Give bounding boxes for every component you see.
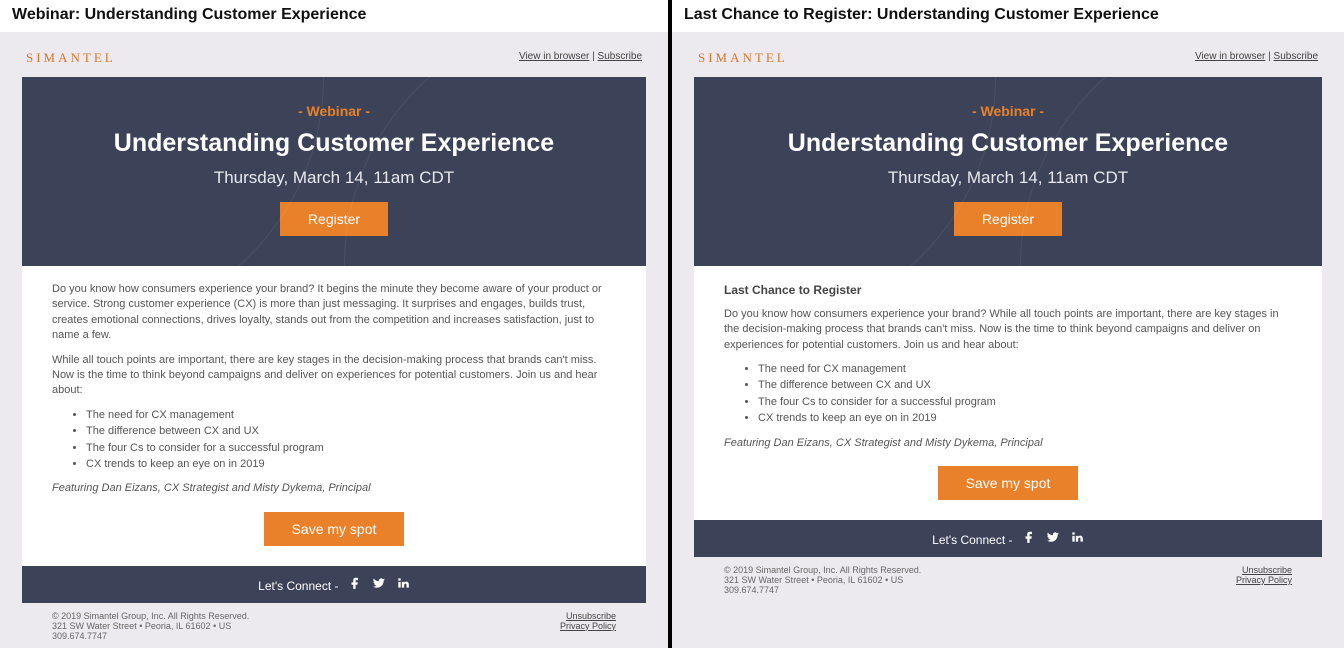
- view-in-browser-link[interactable]: View in browser: [519, 51, 589, 62]
- connect-label: Let's Connect -: [932, 533, 1012, 547]
- featuring-line: Featuring Dan Eizans, CX Strategist and …: [724, 436, 1292, 451]
- unsubscribe-link[interactable]: Unsubscribe: [560, 611, 616, 621]
- brand-logo: simantel: [698, 46, 788, 67]
- save-spot-button[interactable]: Save my spot: [938, 466, 1079, 500]
- unsubscribe-link[interactable]: Unsubscribe: [1236, 565, 1292, 575]
- bullet-list: The need for CX management The differenc…: [724, 362, 1292, 427]
- hero-title: Understanding Customer Experience: [42, 129, 626, 158]
- subscribe-link[interactable]: Subscribe: [1274, 51, 1318, 62]
- linkedin-icon[interactable]: [1070, 530, 1084, 547]
- hero-eyebrow: - Webinar -: [42, 103, 626, 119]
- brand-logo: simantel: [26, 46, 116, 67]
- list-item: CX trends to keep an eye on in 2019: [86, 457, 616, 472]
- connect-bar: Let's Connect -: [22, 566, 646, 603]
- footer: © 2019 Simantel Group, Inc. All Rights R…: [694, 557, 1322, 611]
- preheader-links: View in browser | Subscribe: [519, 51, 642, 62]
- email-variant-b: Last Chance to Register: Understanding C…: [672, 0, 1344, 648]
- list-item: CX trends to keep an eye on in 2019: [758, 411, 1292, 426]
- footer-links: Unsubscribe Privacy Policy: [1236, 565, 1292, 595]
- facebook-icon[interactable]: [1022, 530, 1036, 547]
- connect-bar: Let's Connect -: [694, 520, 1322, 557]
- privacy-link[interactable]: Privacy Policy: [560, 621, 616, 631]
- list-item: The four Cs to consider for a successful…: [758, 395, 1292, 410]
- subject-line: Last Chance to Register: Understanding C…: [672, 0, 1344, 32]
- register-button[interactable]: Register: [280, 202, 388, 236]
- view-in-browser-link[interactable]: View in browser: [1195, 51, 1265, 62]
- list-item: The difference between CX and UX: [86, 424, 616, 439]
- email-canvas: simantel View in browser | Subscribe - W…: [672, 32, 1344, 648]
- preheader-row: simantel View in browser | Subscribe: [22, 40, 646, 77]
- hero-eyebrow: - Webinar -: [714, 103, 1302, 119]
- subscribe-link[interactable]: Subscribe: [598, 51, 642, 62]
- hero-banner: - Webinar - Understanding Customer Exper…: [694, 77, 1322, 266]
- twitter-icon[interactable]: [1046, 530, 1060, 547]
- body-p2: While all touch points are important, th…: [52, 353, 616, 399]
- footer-legal: © 2019 Simantel Group, Inc. All Rights R…: [724, 565, 921, 595]
- list-item: The need for CX management: [758, 362, 1292, 377]
- hero-title: Understanding Customer Experience: [714, 129, 1302, 158]
- hero-banner: - Webinar - Understanding Customer Exper…: [22, 77, 646, 266]
- list-item: The four Cs to consider for a successful…: [86, 441, 616, 456]
- preheader-row: simantel View in browser | Subscribe: [694, 40, 1322, 77]
- register-button[interactable]: Register: [954, 202, 1062, 236]
- featuring-line: Featuring Dan Eizans, CX Strategist and …: [52, 481, 616, 496]
- linkedin-icon[interactable]: [396, 576, 410, 593]
- email-canvas: simantel View in browser | Subscribe - W…: [0, 32, 668, 648]
- email-variant-a: Webinar: Understanding Customer Experien…: [0, 0, 672, 648]
- save-spot-button[interactable]: Save my spot: [264, 512, 405, 546]
- body-content: Do you know how consumers experience you…: [22, 266, 646, 566]
- footer: © 2019 Simantel Group, Inc. All Rights R…: [22, 603, 646, 648]
- connect-label: Let's Connect -: [258, 579, 338, 593]
- body-content: Last Chance to Register Do you know how …: [694, 266, 1322, 520]
- list-item: The need for CX management: [86, 408, 616, 423]
- subject-line: Webinar: Understanding Customer Experien…: [0, 0, 668, 32]
- body-p1: Do you know how consumers experience you…: [724, 307, 1292, 353]
- hero-date: Thursday, March 14, 11am CDT: [714, 168, 1302, 188]
- facebook-icon[interactable]: [348, 576, 362, 593]
- footer-legal: © 2019 Simantel Group, Inc. All Rights R…: [52, 611, 249, 641]
- twitter-icon[interactable]: [372, 576, 386, 593]
- privacy-link[interactable]: Privacy Policy: [1236, 575, 1292, 585]
- hero-date: Thursday, March 14, 11am CDT: [42, 168, 626, 188]
- body-subhead: Last Chance to Register: [724, 282, 1292, 299]
- list-item: The difference between CX and UX: [758, 378, 1292, 393]
- body-p1: Do you know how consumers experience you…: [52, 282, 616, 344]
- preheader-links: View in browser | Subscribe: [1195, 51, 1318, 62]
- bullet-list: The need for CX management The differenc…: [52, 408, 616, 473]
- footer-links: Unsubscribe Privacy Policy: [560, 611, 616, 641]
